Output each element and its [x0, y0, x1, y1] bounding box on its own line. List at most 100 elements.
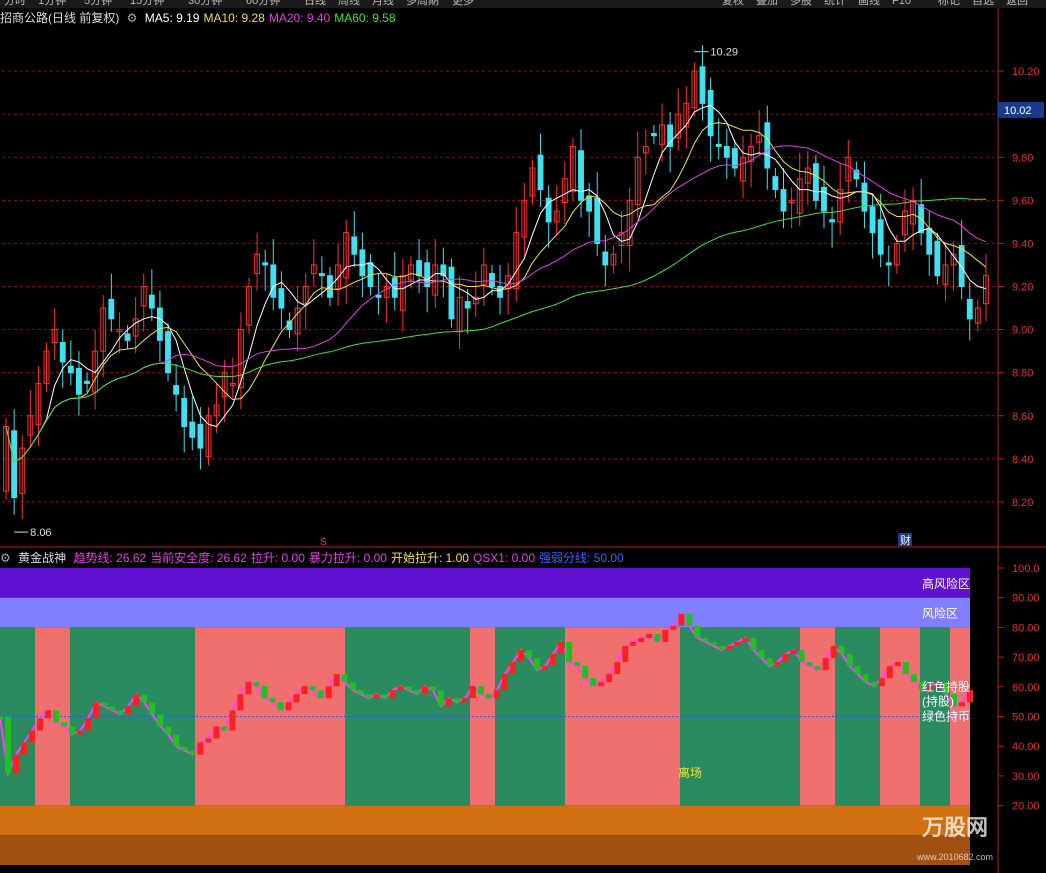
step-bar — [766, 658, 773, 667]
step-bar — [886, 666, 893, 679]
step-bar — [237, 694, 244, 711]
candle-body — [869, 206, 876, 234]
indicator-axis-label: 40.00 — [1012, 741, 1040, 753]
candle-body — [772, 176, 779, 191]
price-axis-label: 9.60 — [1012, 195, 1033, 207]
candle-body — [59, 342, 66, 363]
candle-body — [586, 195, 593, 212]
step-bar — [534, 658, 541, 671]
watermark-logo: 万股网 — [921, 815, 988, 840]
step-bar — [814, 666, 821, 671]
candle-body — [464, 301, 471, 309]
step-bar — [61, 722, 68, 727]
candle-body — [699, 66, 706, 104]
step-bar — [774, 662, 781, 667]
step-bar — [45, 710, 52, 719]
step-bar — [397, 686, 404, 691]
indicator-axis-label: 90.00 — [1012, 593, 1040, 605]
step-bar — [566, 641, 573, 663]
step-bar — [429, 686, 436, 691]
step-bar — [477, 686, 484, 695]
candle-body — [197, 423, 204, 449]
step-bar — [654, 633, 661, 642]
step-bar — [317, 690, 324, 699]
low-marker-label: 8.06 — [30, 527, 51, 539]
watermark-url: www.2010682.com — [916, 852, 993, 862]
candle-body — [278, 288, 285, 309]
step-bar — [381, 694, 388, 699]
step-bar — [205, 738, 212, 743]
candle-body — [67, 365, 74, 374]
step-bar — [69, 726, 76, 735]
step-bar — [838, 645, 845, 655]
candle-body — [173, 385, 180, 395]
step-bar — [117, 710, 124, 715]
step-bar — [37, 718, 44, 731]
candle-body — [667, 124, 674, 147]
step-bar — [598, 682, 605, 687]
step-bar — [461, 698, 468, 703]
step-bar — [5, 716, 12, 774]
step-bar — [486, 694, 493, 699]
step-bar — [870, 682, 877, 687]
step-bar — [686, 613, 693, 626]
step-bar — [550, 654, 557, 667]
indicator-axis-label: 100.0 — [1012, 563, 1040, 575]
step-bar — [726, 645, 733, 650]
high-risk-zone-label: 高风险区 — [922, 576, 970, 591]
candle-body — [537, 154, 544, 191]
step-bar — [213, 726, 220, 739]
step-bar — [902, 662, 909, 675]
risk-zone — [0, 597, 970, 628]
step-bar — [365, 694, 372, 699]
candle-body — [602, 251, 609, 266]
candle-body — [723, 145, 730, 158]
step-bar — [742, 637, 749, 642]
step-bar — [526, 649, 533, 659]
candle-body — [124, 333, 131, 341]
step-bar — [0, 716, 3, 720]
candle-body — [764, 122, 771, 169]
candle-body — [934, 240, 941, 277]
hold-band — [300, 627, 345, 806]
step-bar — [125, 706, 132, 715]
candle-body — [489, 273, 495, 288]
candle-body — [650, 133, 657, 137]
step-bar — [894, 662, 901, 667]
high-marker-label: 10.29 — [710, 47, 738, 59]
step-bar — [590, 678, 597, 687]
step-bar — [453, 698, 460, 703]
step-bar — [253, 682, 260, 687]
step-bar — [502, 674, 509, 691]
candle-body — [594, 197, 601, 244]
step-bar — [582, 666, 589, 679]
step-bar — [614, 662, 621, 675]
finance-marker-label: 财 — [900, 533, 911, 547]
legend-hold: (持股) — [922, 694, 954, 709]
candle-body — [189, 421, 196, 438]
step-bar — [277, 702, 284, 711]
candle-body — [780, 189, 787, 212]
chart-canvas[interactable]: 10.2010.009.809.609.409.209.008.808.608.… — [0, 0, 1046, 873]
step-bar — [437, 690, 444, 707]
step-bar — [245, 682, 252, 695]
step-bar — [165, 726, 172, 735]
step-bar — [798, 649, 805, 663]
candle-body — [829, 219, 836, 223]
step-bar — [574, 662, 581, 667]
step-bar — [734, 641, 741, 646]
step-bar — [53, 710, 60, 723]
price-axis-label: 8.20 — [1012, 497, 1033, 509]
step-bar — [373, 694, 380, 699]
price-axis-label: 8.60 — [1012, 411, 1033, 423]
step-bar — [606, 674, 613, 683]
step-bar — [445, 698, 452, 707]
candle-body — [926, 227, 933, 255]
step-bar — [413, 690, 420, 695]
indicator-axis-label: 50.00 — [1012, 712, 1040, 724]
risk-zone-label: 风险区 — [922, 606, 958, 621]
step-bar — [101, 702, 108, 707]
candle-body — [181, 398, 188, 428]
ma60-line — [5, 197, 987, 463]
candle-body — [76, 367, 82, 395]
